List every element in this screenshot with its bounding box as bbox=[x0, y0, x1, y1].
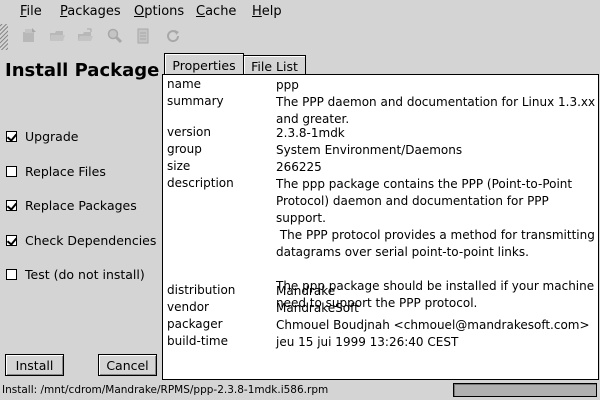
progress-bar bbox=[453, 383, 597, 397]
menu-options[interactable]: Options bbox=[134, 4, 184, 19]
property-key: name bbox=[167, 77, 202, 91]
property-key: build-time bbox=[167, 334, 228, 348]
property-value: The PPP daemon and documentation for Lin… bbox=[276, 95, 596, 126]
open-folder-icon[interactable] bbox=[48, 27, 66, 45]
install-options-panel: Install Package Upgrade Replace Files Re… bbox=[0, 52, 160, 380]
menu-cache[interactable]: Cache bbox=[196, 4, 236, 19]
install-icon[interactable] bbox=[20, 27, 38, 45]
test-checkbox[interactable] bbox=[6, 268, 17, 280]
check-dependencies-label: Check Dependencies bbox=[25, 232, 157, 248]
property-value: System Environment/Daemons bbox=[276, 143, 463, 157]
panel-title: Install Package bbox=[5, 60, 160, 81]
property-key: description bbox=[167, 176, 234, 190]
status-text: Install: /mnt/cdrom/Mandrake/RPMS/ppp-2.… bbox=[2, 384, 329, 396]
upgrade-checkbox[interactable] bbox=[6, 130, 17, 142]
property-value: 2.3.8-1mdk bbox=[276, 126, 345, 140]
property-value: ppp bbox=[276, 78, 299, 92]
refresh-icon[interactable] bbox=[164, 27, 182, 45]
property-value: jeu 15 jui 1999 13:26:40 CEST bbox=[276, 335, 459, 349]
tab-file-list[interactable]: File List bbox=[243, 55, 306, 76]
status-bar: Install: /mnt/cdrom/Mandrake/RPMS/ppp-2.… bbox=[0, 381, 600, 400]
option-upgrade[interactable]: Upgrade bbox=[6, 128, 78, 144]
menu-file[interactable]: File bbox=[20, 4, 42, 19]
menu-bar: File Packages Options Cache Help bbox=[0, 0, 600, 24]
option-replace-files[interactable]: Replace Files bbox=[6, 163, 106, 179]
property-value: Mandrake bbox=[276, 284, 336, 298]
option-test[interactable]: Test (do not install) bbox=[6, 266, 145, 282]
property-value: Chmouel Boudjnah <chmouel@mandrakesoft.c… bbox=[276, 318, 590, 332]
document-icon[interactable] bbox=[134, 27, 152, 45]
toolbar bbox=[0, 24, 600, 50]
properties-panel: name ppp summary The PPP daemon and docu… bbox=[162, 74, 599, 380]
property-key: size bbox=[167, 159, 191, 173]
open-folder-alt-icon[interactable] bbox=[76, 27, 94, 45]
menu-packages[interactable]: Packages bbox=[60, 4, 121, 19]
replace-packages-label: Replace Packages bbox=[25, 197, 137, 213]
property-key: distribution bbox=[167, 283, 236, 297]
replace-packages-checkbox[interactable] bbox=[6, 199, 17, 211]
cancel-button[interactable]: Cancel bbox=[98, 354, 157, 376]
replace-files-checkbox[interactable] bbox=[6, 165, 17, 177]
option-replace-packages[interactable]: Replace Packages bbox=[6, 197, 137, 213]
menu-help[interactable]: Help bbox=[252, 4, 282, 19]
search-icon[interactable] bbox=[106, 27, 124, 45]
test-label: Test (do not install) bbox=[25, 266, 145, 282]
property-value: MandrakeSoft bbox=[276, 301, 359, 315]
property-key: group bbox=[167, 142, 202, 156]
upgrade-label: Upgrade bbox=[25, 128, 79, 144]
option-check-dependencies[interactable]: Check Dependencies bbox=[6, 232, 156, 248]
replace-files-label: Replace Files bbox=[25, 163, 106, 179]
property-key: summary bbox=[167, 94, 224, 108]
check-dependencies-checkbox[interactable] bbox=[6, 234, 17, 246]
property-key: vendor bbox=[167, 300, 209, 314]
install-button[interactable]: Install bbox=[5, 354, 64, 376]
property-key: packager bbox=[167, 317, 223, 331]
property-value: 266225 bbox=[276, 160, 322, 174]
property-key: version bbox=[167, 125, 211, 139]
tab-properties[interactable]: Properties bbox=[164, 53, 244, 76]
